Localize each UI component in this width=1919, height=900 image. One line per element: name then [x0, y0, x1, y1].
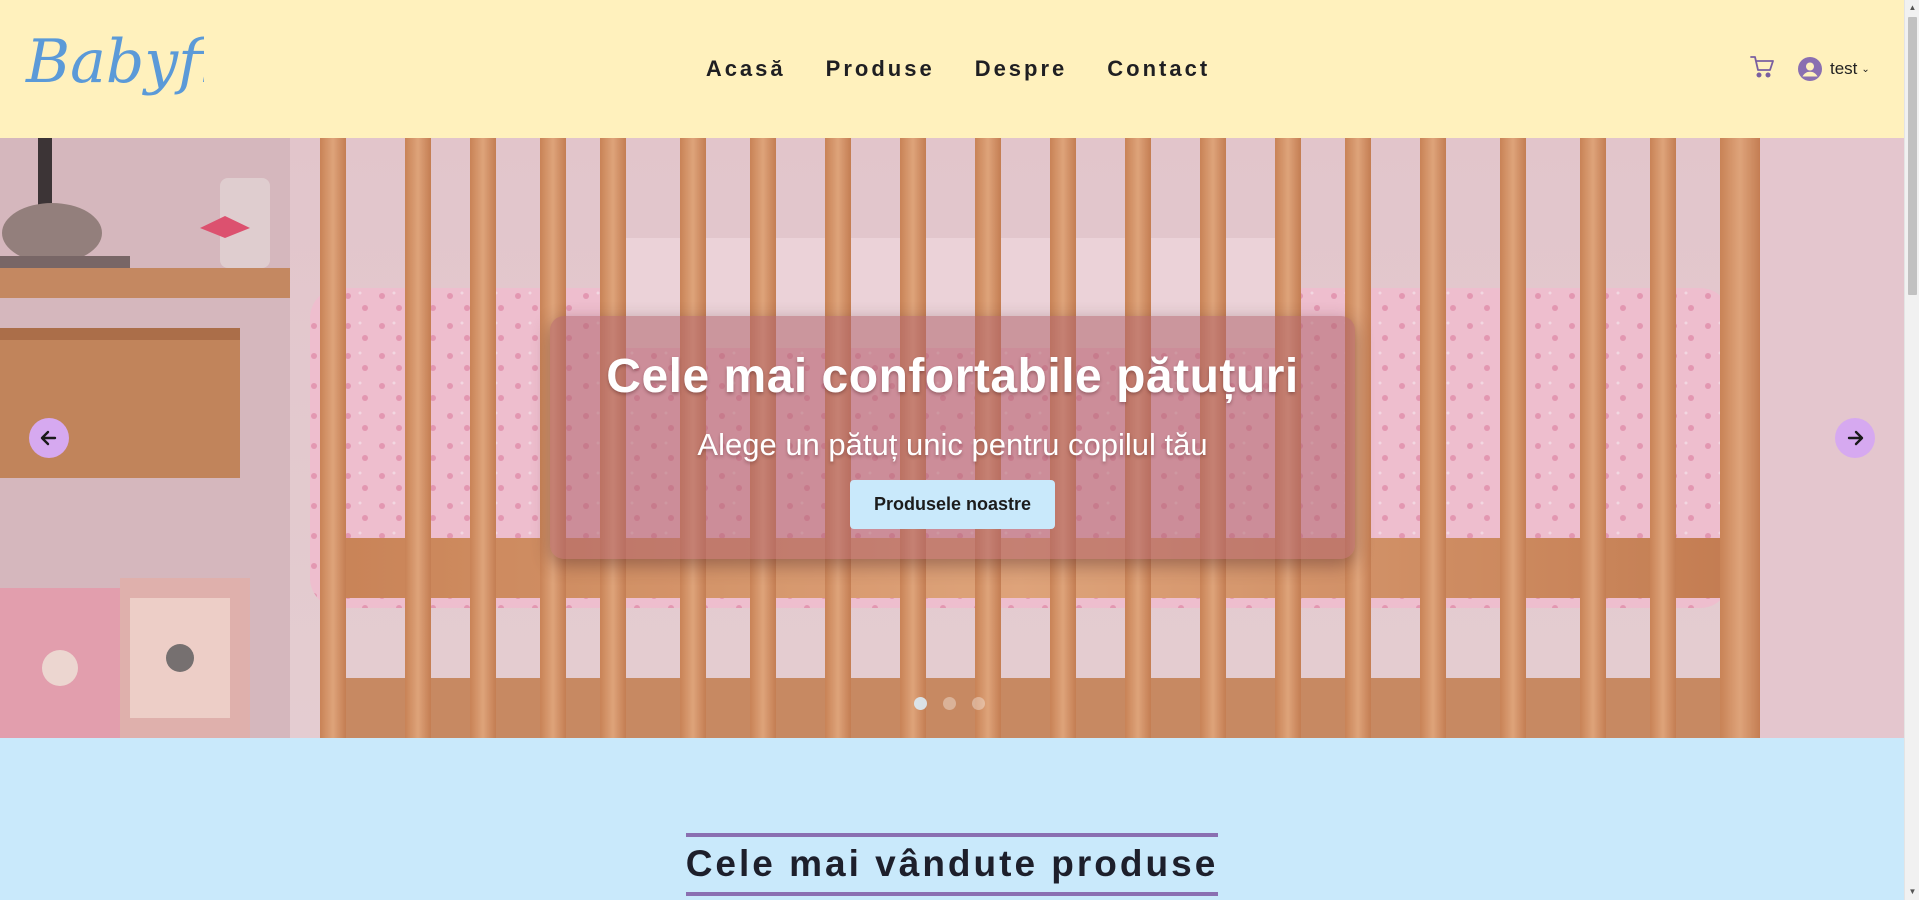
cart-icon[interactable] [1749, 54, 1775, 80]
carousel-prev-button[interactable] [29, 418, 69, 458]
scroll-down-arrow-icon[interactable]: ▼ [1908, 887, 1917, 897]
carousel-dot-3[interactable] [972, 697, 985, 710]
main-nav: Acasă Produse Despre Contact [0, 0, 1904, 138]
nav-link-contact[interactable]: Contact [1107, 56, 1210, 82]
carousel-indicators [914, 697, 985, 710]
hero-carousel: Cele mai confortabile pătuțuri Alege un … [0, 138, 1904, 738]
section-title: Cele mai vândute produse [685, 833, 1219, 896]
hero-subtitle: Alege un pătuț unic pentru copilul tău [697, 427, 1208, 462]
chevron-down-icon: ⌄ [1861, 63, 1870, 75]
scroll-up-arrow-icon[interactable]: ▲ [1908, 3, 1917, 13]
best-sellers-section: Cele mai vândute produse [0, 833, 1904, 896]
arrow-left-icon [40, 430, 57, 446]
our-products-button[interactable]: Produsele noastre [849, 480, 1056, 529]
nav-link-produse[interactable]: Produse [826, 56, 935, 82]
user-avatar-icon [1798, 57, 1822, 81]
hero-title: Cele mai confortabile pătuțuri [606, 350, 1299, 403]
scrollbar-thumb[interactable] [1908, 17, 1917, 295]
user-menu[interactable]: test ⌄ [1798, 56, 1870, 82]
nav-link-despre[interactable]: Despre [975, 56, 1068, 82]
carousel-dot-1[interactable] [914, 697, 927, 710]
carousel-dot-2[interactable] [943, 697, 956, 710]
carousel-next-button[interactable] [1835, 418, 1875, 458]
nav-link-acasa[interactable]: Acasă [706, 56, 786, 82]
site-header: Babyfie Acasă Produse Despre Contact tes… [0, 0, 1904, 138]
user-name: test [1830, 59, 1858, 78]
hero-caption: Cele mai confortabile pătuțuri Alege un … [550, 316, 1355, 559]
page-scrollbar[interactable]: ▲ ▼ [1904, 0, 1919, 900]
arrow-right-icon [1847, 430, 1864, 446]
